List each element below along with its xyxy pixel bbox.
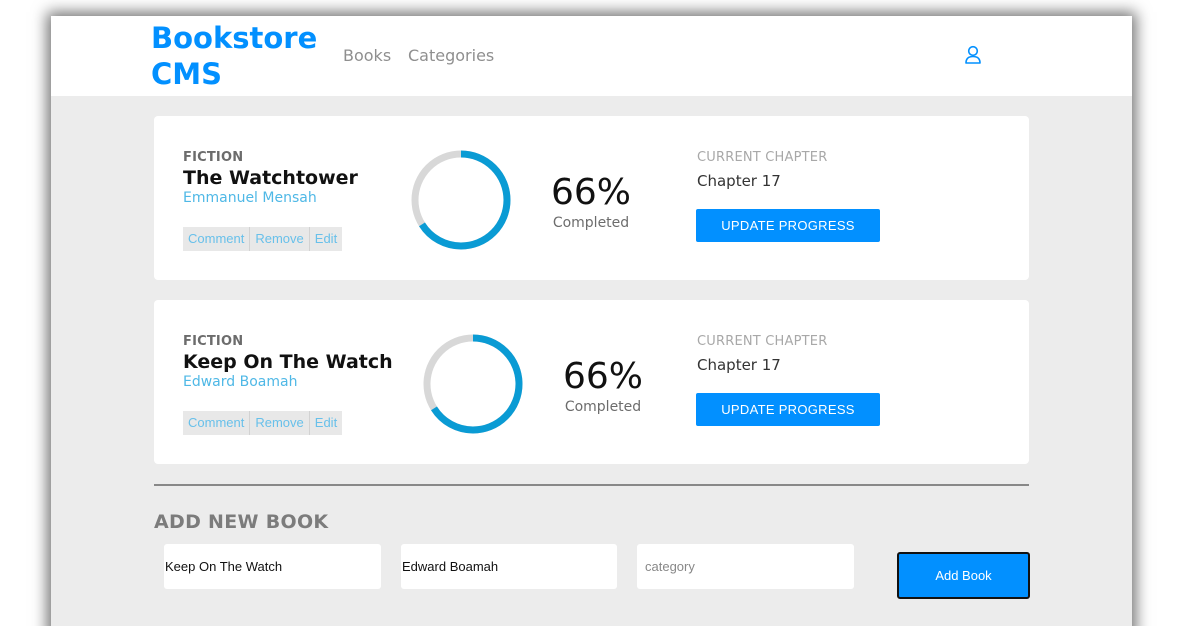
comment-button[interactable]: Comment	[183, 227, 251, 251]
current-chapter-label: CURRENT CHAPTER	[697, 334, 828, 349]
user-icon[interactable]	[964, 45, 982, 65]
book-category-input[interactable]: category	[637, 544, 854, 589]
book-title: The Watchtower	[183, 167, 358, 189]
progress-ring	[411, 150, 511, 250]
current-chapter-label: CURRENT CHAPTER	[697, 150, 828, 165]
progress-completed-label: Completed	[564, 399, 642, 415]
nav-link-categories[interactable]: Categories	[408, 46, 494, 66]
update-progress-button[interactable]: UPDATE PROGRESS	[696, 209, 880, 242]
book-title-input[interactable]: Keep On The Watch	[164, 544, 381, 589]
section-divider	[154, 484, 1029, 486]
brand-line1: Bookstore	[151, 21, 318, 55]
update-progress-button[interactable]: UPDATE PROGRESS	[696, 393, 880, 426]
book-title: Keep On The Watch	[183, 351, 393, 373]
progress-ring	[423, 334, 523, 434]
app-frame: Bookstore CMS Books Categories FICTION T…	[51, 16, 1132, 626]
brand-line2: CMS	[151, 57, 223, 91]
header: Bookstore CMS Books Categories	[51, 16, 1132, 96]
remove-button[interactable]: Remove	[250, 411, 310, 435]
comment-button[interactable]: Comment	[183, 411, 251, 435]
add-book-button[interactable]: Add Book	[897, 552, 1030, 599]
progress-completed-label: Completed	[552, 215, 630, 231]
remove-button[interactable]: Remove	[250, 227, 310, 251]
progress-percent: 66%	[562, 356, 643, 397]
progress-percent: 66%	[550, 172, 631, 213]
brand-logo[interactable]: Bookstore CMS	[151, 20, 321, 92]
nav-link-books[interactable]: Books	[343, 46, 391, 66]
book-card: FICTION Keep On The Watch Edward Boamah …	[154, 300, 1029, 464]
book-card: FICTION The Watchtower Emmanuel Mensah C…	[154, 116, 1029, 280]
book-author-input[interactable]: Edward Boamah	[401, 544, 617, 589]
book-actions: Comment Remove Edit	[183, 411, 343, 435]
edit-button[interactable]: Edit	[310, 227, 342, 251]
book-genre: FICTION	[183, 150, 244, 165]
book-author[interactable]: Emmanuel Mensah	[183, 190, 317, 206]
add-book-title: ADD NEW BOOK	[154, 511, 329, 533]
current-chapter-value: Chapter 17	[697, 172, 781, 190]
book-actions: Comment Remove Edit	[183, 227, 343, 251]
edit-button[interactable]: Edit	[310, 411, 342, 435]
current-chapter-value: Chapter 17	[697, 356, 781, 374]
book-author[interactable]: Edward Boamah	[183, 374, 297, 390]
book-genre: FICTION	[183, 334, 244, 349]
